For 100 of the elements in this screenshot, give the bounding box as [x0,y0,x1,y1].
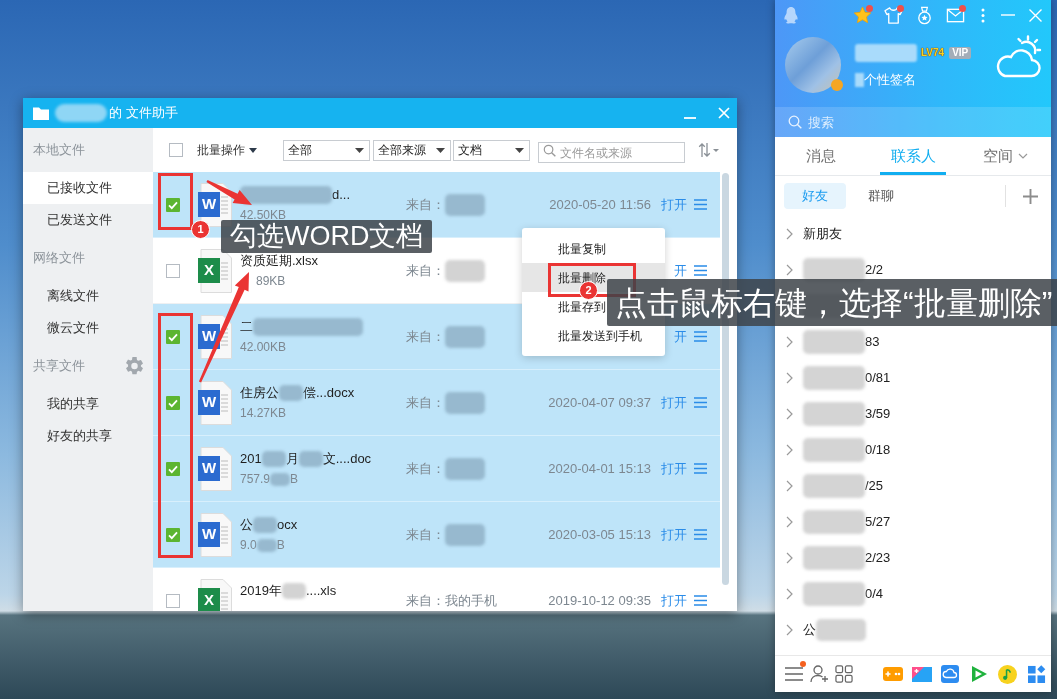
star-icon[interactable] [853,5,872,25]
excel-file-icon: X [198,248,232,293]
file-name: 二 [240,318,253,337]
filter-dropdown[interactable]: 全部 [283,139,370,161]
menu-icon[interactable] [694,265,707,276]
file-size: 42.50KB [240,207,287,223]
close-icon[interactable] [718,107,730,119]
sort-icon[interactable] [698,142,720,158]
chevron-right-icon[interactable] [786,516,793,528]
chevron-right-icon[interactable] [786,444,793,456]
checkbox[interactable] [166,395,180,410]
cloud-icon[interactable] [941,665,960,683]
file-size: B [290,471,299,488]
chevron-right-icon[interactable] [786,588,793,600]
chevron-right-icon[interactable] [786,372,793,384]
play-icon[interactable] [970,665,988,683]
chevron-right-icon[interactable] [786,480,793,492]
search-field[interactable]: 文件名或来源 [538,142,685,163]
chevron-right-icon[interactable] [786,408,793,420]
screen-icon[interactable] [911,666,932,682]
section-header: 本地文件 [33,141,85,160]
group-label: 0/81 [865,369,891,388]
chevron-right-icon[interactable] [786,264,793,276]
file-size: 757.9 [240,471,271,488]
chevron-right-icon[interactable] [786,228,793,240]
add-icon[interactable] [1023,188,1038,204]
blurred-area [445,391,485,414]
file-size: B [276,537,285,554]
checkbox[interactable] [166,263,180,278]
blurred-area [445,325,485,348]
subtab[interactable]: 群聊 [850,183,912,209]
sidebar-item[interactable]: 已接收文件 [23,172,153,204]
file-row[interactable]: W 公 ocx 9.0 B 来自： 2020-03-05 15:13 打开 [153,502,720,568]
filter-dropdown[interactable]: 文档 [453,139,530,161]
sidebar-item[interactable]: 我的共享 [23,388,153,420]
date-text: 2020-04-01 15:13 [548,459,651,478]
checkbox[interactable] [166,197,180,212]
menu-icon[interactable] [694,463,707,474]
penguin-icon[interactable] [784,6,798,24]
grid-icon[interactable] [1027,665,1046,683]
menu-icon[interactable] [694,595,707,606]
window-title: 的 文件助手 [109,104,178,123]
settings-icon[interactable] [126,357,143,375]
file-name: 住房公 [240,384,279,403]
blurred-area [855,44,917,62]
batch-actions-button[interactable]: 批量操作 [197,141,257,159]
filter-dropdown[interactable]: 全部来源 [373,139,451,161]
chevron-right-icon[interactable] [786,552,793,564]
menu-icon[interactable] [694,199,707,210]
menu-icon[interactable] [694,331,707,342]
vip-badge: VIP [949,47,972,59]
select-all-checkbox[interactable] [169,143,183,157]
blurred-area [279,385,303,401]
sidebar-item[interactable]: 好友的共享 [23,420,153,452]
checkbox[interactable] [166,461,180,476]
gamepad-icon[interactable] [882,667,903,681]
sidebar-item[interactable]: 已发送文件 [23,204,153,236]
sidebar-item[interactable]: 离线文件 [23,280,153,312]
blurred-area [803,258,865,282]
apps-icon[interactable] [835,665,853,683]
blurred-area [445,259,485,282]
group-label: 2/23 [865,549,891,568]
checkbox[interactable] [166,593,180,608]
blurred-area [803,474,865,498]
file-row[interactable]: W 住房公 偿...docx 14.27KB 来自： 2020-04-07 09:37 打开 [153,370,720,436]
menu-icon[interactable] [785,667,804,681]
chevron-right-icon[interactable] [786,336,793,348]
file-size: 9.0 [240,537,257,554]
checkbox[interactable] [166,527,180,542]
file-row[interactable]: W 201 月 文....doc 757.9 B 来自： 2020-04-01 15:13 打开 [153,436,720,502]
file-size: 14.27KB [240,405,287,422]
file-name: ocx [277,516,298,535]
group-label: 0/4 [865,585,884,604]
tab[interactable]: 消息 [775,137,867,175]
tab[interactable]: 空间 [959,137,1051,175]
sidebar-item[interactable]: 微云文件 [23,312,153,344]
medal-icon[interactable] [915,5,934,25]
menu-icon[interactable] [694,529,707,540]
source-text: 来自： [406,261,445,280]
source-text: 来自： [406,195,445,214]
source-text: 来自： [406,327,445,346]
checkbox[interactable] [166,329,180,344]
caret-icon [249,147,257,153]
open-link[interactable]: 打开 [661,590,687,611]
menu-icon[interactable] [694,397,707,408]
open-link[interactable]: 开 [674,260,687,281]
minimize-icon[interactable] [684,116,696,119]
more-icon[interactable] [981,7,985,23]
chevron-right-icon[interactable] [786,624,793,636]
date-text: 2020-05-20 11:56 [549,195,651,214]
step-tooltip: 点击鼠标右键，选择“批量删除” [607,279,1057,326]
word-file-icon: W [198,446,232,491]
blurred-area [55,104,107,122]
blurred-area [803,438,865,462]
music-note-icon[interactable] [998,664,1018,684]
shirt-icon[interactable] [884,5,903,25]
blurred-area [298,451,323,467]
add-contact-icon[interactable] [809,665,829,683]
close-icon[interactable] [1028,8,1042,22]
section-header: 共享文件 [33,357,85,376]
